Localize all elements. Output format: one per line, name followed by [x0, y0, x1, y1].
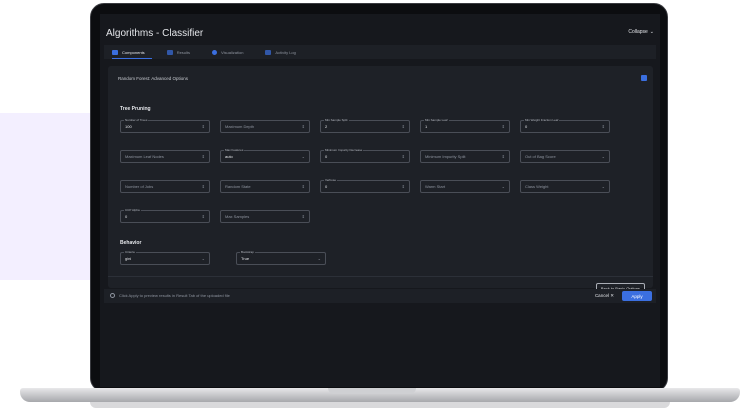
chevron-down-icon: ⌄	[501, 184, 505, 189]
minimum-impurity-decrease-stepper[interactable]: Minimum Impurity Decrease 0 ⇕	[320, 148, 410, 163]
stepper-icon: ⇕	[201, 154, 205, 159]
laptop-notch	[328, 388, 416, 394]
footer-bar: Click Apply to preview results in Result…	[104, 289, 656, 303]
laptop-shadow	[90, 402, 670, 408]
stepper-icon: ⇕	[201, 214, 205, 219]
tab-results[interactable]: Results	[166, 49, 191, 55]
eye-icon	[212, 49, 218, 55]
footer-info-text: Click Apply to preview results in Result…	[119, 293, 230, 298]
close-icon: ✕	[610, 293, 614, 298]
tab-activity-log[interactable]: Activity Log	[265, 49, 296, 55]
maximum-depth-stepper[interactable]: Maximum Depth ⇕	[220, 120, 310, 133]
activity-icon	[265, 49, 272, 55]
apply-button[interactable]: Apply	[622, 291, 652, 301]
tab-label: Visualization	[221, 49, 244, 55]
stepper-icon: ⇕	[401, 154, 405, 159]
random-state-stepper[interactable]: Random State ⇕	[220, 180, 310, 193]
stepper-icon: ⇕	[601, 124, 605, 129]
tab-visualization[interactable]: Visualization	[212, 49, 244, 55]
active-tab-indicator	[112, 58, 152, 59]
panel-divider	[108, 276, 653, 277]
class-weight-select[interactable]: Class Weight ⌄	[520, 180, 610, 193]
save-icon[interactable]	[641, 75, 647, 81]
info-icon	[110, 293, 115, 298]
number-of-jobs-stepper[interactable]: Number of Jobs ⇕	[120, 180, 210, 193]
collapse-button[interactable]: Collapse ⌄	[628, 29, 654, 35]
stepper-icon: ⇕	[401, 184, 405, 189]
tab-components[interactable]: Components	[112, 49, 145, 55]
tab-bar: Components Results Visualization Activit…	[104, 45, 656, 59]
stepper-icon: ⇕	[501, 154, 505, 159]
out-of-bag-score-select[interactable]: Out of Bag Score ⌄	[520, 150, 610, 163]
number-of-trees-stepper[interactable]: Number of Trees 100 ⇕	[120, 118, 210, 133]
stepper-icon: ⇕	[501, 124, 505, 129]
components-icon	[112, 49, 118, 55]
bootstrap-select[interactable]: Bootstrap True ⌄	[236, 250, 326, 265]
stepper-icon: ⇕	[301, 184, 305, 189]
collapse-label: Collapse	[628, 29, 648, 35]
stepper-icon: ⇕	[301, 124, 305, 129]
warm-start-select[interactable]: Warm Start ⌄	[420, 180, 510, 193]
results-icon	[166, 49, 173, 55]
criteria-select[interactable]: Criteria gini ⌄	[120, 250, 210, 265]
stepper-icon: ⇕	[201, 184, 205, 189]
chevron-down-icon: ⌄	[201, 256, 205, 261]
stepper-icon: ⇕	[401, 124, 405, 129]
min-weight-fraction-leaf-stepper[interactable]: Min Weight Fraction Leaf 0 ⇕	[520, 118, 610, 133]
cancel-button[interactable]: Cancel ✕	[595, 293, 614, 299]
panel-heading: Random Forest: Advanced Options	[118, 76, 189, 81]
ccp-alpha-stepper[interactable]: CCP Alpha 0 ⇕	[120, 208, 210, 223]
chevron-down-icon: ⌄	[317, 256, 321, 261]
min-sample-split-stepper[interactable]: Min Sample Split 2 ⇕	[320, 118, 410, 133]
chevron-down-icon: ⌄	[301, 154, 305, 159]
behavior-title: Behavior	[120, 240, 142, 246]
advanced-options-panel: Random Forest: Advanced Options Tree Pru…	[108, 66, 653, 294]
stepper-icon: ⇕	[201, 124, 205, 129]
app-screen: Algorithms - Classifier Collapse ⌄ Compo…	[100, 14, 660, 387]
verbose-stepper[interactable]: Verbose 0 ⇕	[320, 178, 410, 193]
chevron-down-icon: ⌄	[601, 184, 605, 189]
tree-pruning-title: Tree Pruning	[120, 106, 151, 112]
stepper-icon: ⇕	[301, 214, 305, 219]
maximum-leaf-nodes-stepper[interactable]: Maximum Leaf Nodes ⇕	[120, 150, 210, 163]
max-features-select[interactable]: Max Features auto ⌄	[220, 148, 310, 163]
tab-label: Results	[176, 49, 191, 55]
max-samples-stepper[interactable]: Max Samples ⇕	[220, 210, 310, 223]
chevron-down-icon: ⌄	[649, 29, 654, 35]
tab-label: Components	[122, 49, 145, 55]
chevron-down-icon: ⌄	[601, 154, 605, 159]
minimum-impurity-split-stepper[interactable]: Minimum Impurity Split ⇕	[420, 150, 510, 163]
tab-label: Activity Log	[275, 49, 296, 55]
marketing-stage: Algorithms - Classifier Collapse ⌄ Compo…	[0, 0, 744, 417]
min-sample-leaf-stepper[interactable]: Min Sample Leaf 1 ⇕	[420, 118, 510, 133]
app-title: Algorithms - Classifier	[106, 28, 204, 39]
